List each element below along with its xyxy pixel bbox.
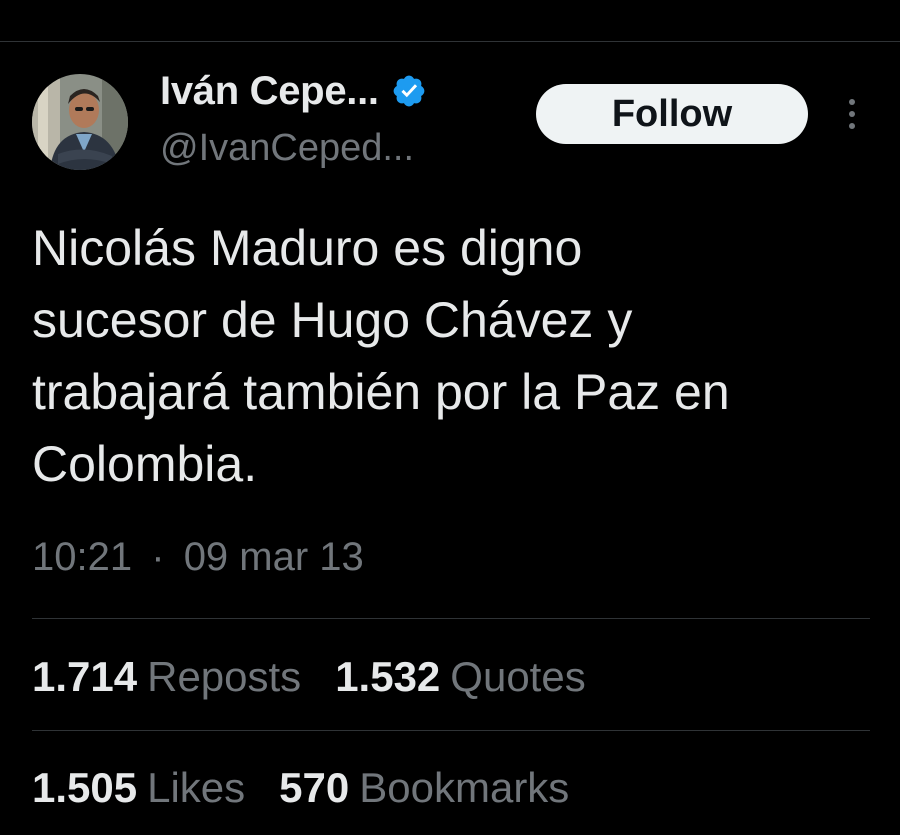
stats-row-engagement: 1.505 Likes 570 Bookmarks [32, 764, 603, 812]
tweet-date: 09 mar 13 [183, 535, 364, 579]
reposts-stat[interactable]: 1.714 Reposts [32, 653, 301, 701]
more-dot [849, 111, 855, 117]
bookmarks-label: Bookmarks [359, 764, 570, 811]
quotes-stat[interactable]: 1.532 Quotes [335, 653, 586, 701]
more-dot [849, 123, 855, 129]
tweet-time: 10:21 [32, 535, 133, 579]
stats-row-shares: 1.714 Reposts 1.532 Quotes [32, 653, 620, 701]
divider [32, 730, 870, 731]
likes-label: Likes [147, 764, 246, 811]
reposts-label: Reposts [147, 653, 302, 700]
more-dot [849, 99, 855, 105]
tweet-text: Nicolás Maduro es digno sucesor de Hugo … [32, 220, 730, 492]
bookmarks-count: 570 [279, 764, 350, 811]
bookmarks-stat[interactable]: 570 Bookmarks [279, 764, 569, 812]
likes-count: 1.505 [32, 764, 138, 811]
verified-badge-icon[interactable] [391, 73, 427, 109]
likes-stat[interactable]: 1.505 Likes [32, 764, 245, 812]
timestamp-separator: · [151, 535, 165, 579]
divider [32, 618, 870, 619]
author-name-row: Iván Cepe... [160, 66, 427, 116]
quotes-label: Quotes [450, 653, 586, 700]
author-display-name[interactable]: Iván Cepe... [160, 69, 379, 114]
follow-button[interactable]: Follow [536, 84, 808, 144]
tweet-timestamp[interactable]: 10:21 · 09 mar 13 [32, 535, 364, 580]
more-vertical-icon[interactable] [838, 92, 866, 136]
reposts-count: 1.714 [32, 653, 138, 700]
quotes-count: 1.532 [335, 653, 441, 700]
author-handle[interactable]: @IvanCeped... [160, 127, 414, 170]
avatar[interactable] [32, 74, 128, 170]
top-divider [0, 41, 900, 42]
